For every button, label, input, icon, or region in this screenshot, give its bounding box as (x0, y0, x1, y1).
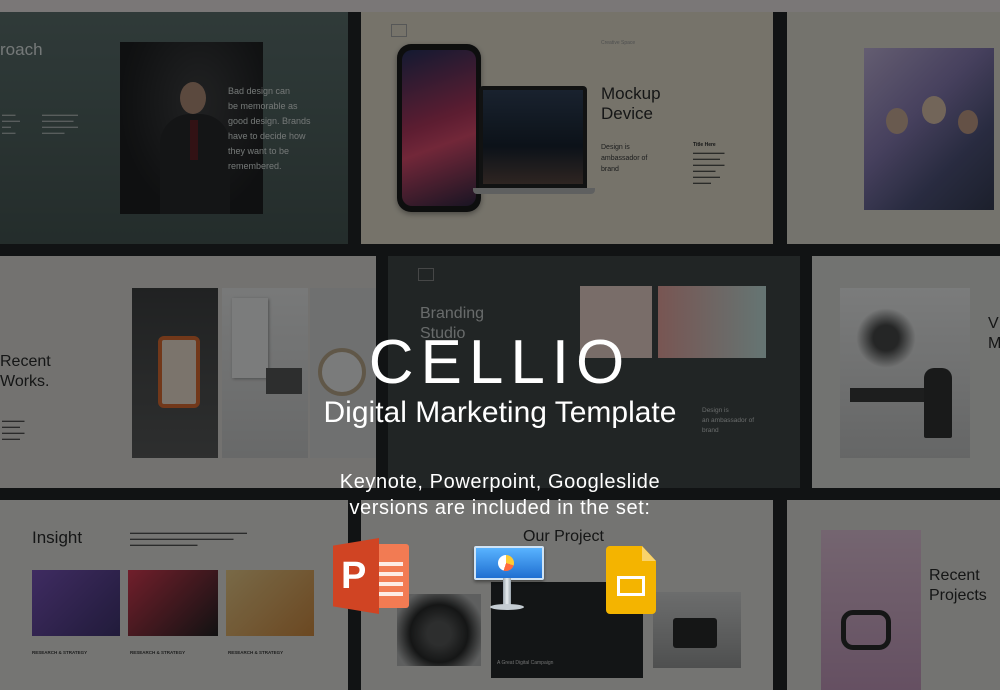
laptop-mockup (479, 86, 587, 188)
quote-line: good design. Brands (228, 116, 311, 126)
powerpoint-letter: P (341, 555, 367, 597)
insight-caption-3: RESEARCH & STRATEGY (228, 650, 284, 655)
mockup-body-line: ambassador of (601, 155, 648, 162)
insight-photo-1 (32, 570, 120, 636)
quote-line: be memorable as (228, 101, 298, 111)
slide-mockup-body: Design is ambassador of brand (601, 142, 647, 175)
mockup-body-line: Design is (601, 144, 630, 151)
included-line-1: Keynote, Powerpoint, Googleslide (339, 471, 661, 493)
powerpoint-icon: P (333, 538, 413, 614)
laptop-screen (483, 90, 583, 184)
person-head (886, 108, 908, 134)
slide-approach-quote: Bad design can be memorable as good desi… (228, 84, 348, 174)
slide-approach: roach ▬▬▬ ▬▬▬▬ ▬▬ ▬▬▬ ▬▬▬▬▬▬▬▬ ▬▬▬▬▬▬▬ ▬▬▬▬▬▬… (0, 12, 348, 244)
slides-frame (617, 576, 645, 596)
doc-line (379, 582, 403, 586)
insight-caption-1: RESEARCH & STRATEGY (32, 650, 88, 655)
included-line-2: versions are included in the set: (349, 497, 651, 519)
doc-line (379, 592, 403, 596)
slide-approach-body: ▬▬▬ ▬▬▬▬ ▬▬ ▬▬▬ (2, 112, 20, 135)
google-slides-icon (606, 546, 658, 616)
slide-recent-projects: Recent Projects (787, 500, 1000, 690)
keynote-chart (498, 555, 514, 571)
camera-body (673, 618, 717, 648)
slide-mockup-side-body: ▬▬▬▬▬▬▬ ▬▬▬▬▬▬ ▬▬▬▬▬▬▬ ▬▬▬▬▬ ▬▬▬▬▬▬ ▬▬▬▬ (693, 150, 725, 185)
insight-photo-3 (226, 570, 314, 636)
quote-line: remembered. (228, 161, 282, 171)
project-caption: A Great Digital Campaign (497, 660, 554, 666)
person-head (958, 110, 978, 134)
slide-mockup-side-title: Title Here (693, 142, 716, 148)
top-strip (0, 0, 1000, 12)
branding-title-line: Branding (420, 305, 485, 322)
mockup-title-line: Device (601, 104, 653, 123)
phone-screen (402, 50, 476, 206)
keynote-screen (474, 546, 544, 580)
slide-mockup-label: Creative Space (601, 40, 636, 46)
insight-caption-2: RESEARCH & STRATEGY (130, 650, 186, 655)
keynote-base (490, 604, 524, 610)
mockup-title-line: Mockup (601, 84, 661, 103)
slide-mockup-title: Mockup Device (601, 84, 661, 124)
camera-photo (653, 592, 741, 668)
keynote-stand (503, 578, 511, 606)
team-meeting-photo (864, 48, 994, 210)
quote-line: Bad design can (228, 86, 291, 96)
quote-line: have to decide how (228, 131, 306, 141)
slide-team-photo (787, 12, 1000, 244)
slide-logo-mark (391, 24, 407, 37)
quote-line: they want to be (228, 146, 290, 156)
laptop-base (473, 188, 595, 194)
slide-approach-body-2: ▬▬▬▬▬▬▬▬ ▬▬▬▬▬▬▬ ▬▬▬▬▬▬▬▬ ▬▬▬▬▬ (42, 112, 78, 135)
slide-insight-body: ▬▬▬▬▬▬▬▬▬▬▬▬▬▬▬▬▬▬▬▬▬▬▬▬▬▬ ▬▬▬▬▬▬▬▬▬▬▬▬▬▬… (130, 530, 247, 547)
keynote-icon (470, 540, 544, 612)
man-head (180, 82, 206, 114)
doc-line (379, 562, 403, 566)
slide-insight: Insight ▬▬▬▬▬▬▬▬▬▬▬▬▬▬▬▬▬▬▬▬▬▬▬▬▬▬ ▬▬▬▬▬▬… (0, 500, 348, 690)
insight-photo-2 (128, 570, 218, 636)
slide-approach-title: roach (0, 40, 43, 59)
hero-title: CELLIO (368, 328, 632, 397)
person-head (922, 96, 946, 124)
slide-recent-projects-title: Recent Projects (929, 566, 987, 606)
mockup-body-line: brand (601, 166, 619, 173)
doc-line (379, 572, 403, 576)
glasses-photo (821, 530, 921, 690)
slide-our-project: Our Project A Great Digital Campaign (361, 500, 773, 690)
man-tie (190, 120, 198, 160)
slide-insight-title: Insight (32, 528, 83, 547)
smartphone-mockup (397, 44, 481, 212)
slide-logo-mark (418, 268, 434, 281)
recent-projects-line: Recent (929, 567, 980, 584)
glasses (841, 610, 891, 650)
hero-subtitle: Digital Marketing Template (323, 396, 677, 429)
slide-mockup: Creative Space Mockup Device Design is a… (361, 12, 773, 244)
recent-projects-line: Projects (929, 587, 987, 604)
